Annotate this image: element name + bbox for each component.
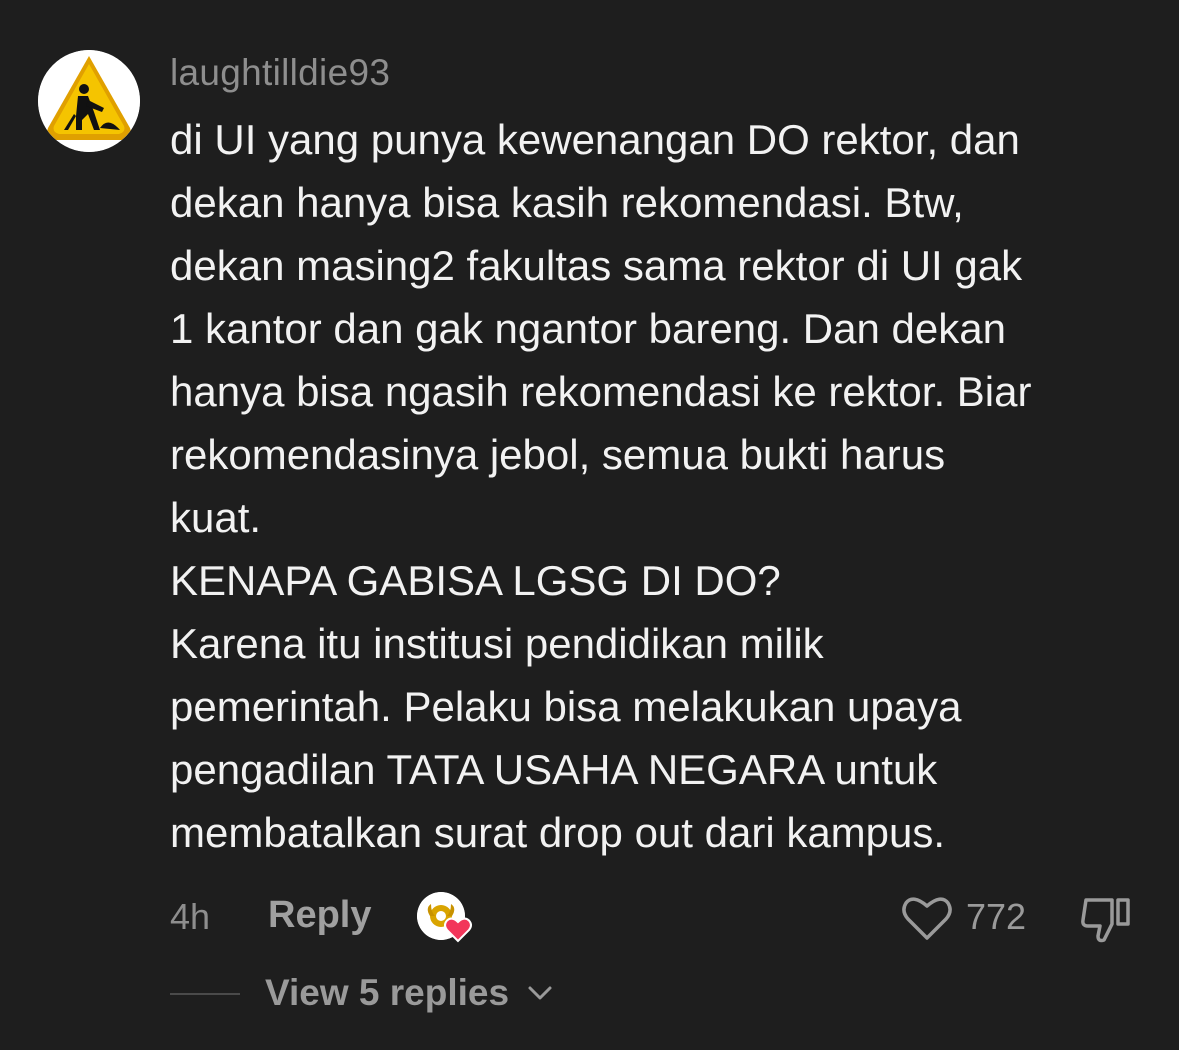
like-count: 772 [966,896,1027,937]
replies-divider [170,993,240,995]
comment-actions: 4h Reply 772 [0,890,1179,950]
comment-line: Karena itu institusi pendidikan milik [170,620,824,667]
construction-worker-icon [38,50,140,152]
comment-line: membatalkan surat drop out dari kampus. [170,809,946,856]
comment-timestamp: 4h [170,896,211,937]
chevron-down-icon[interactable] [526,984,554,1004]
comment-item: laughtilldie93 di UI yang punya kewenang… [0,0,1179,1050]
comment-line: 1 kantor dan gak ngantor bareng. Dan dek… [170,305,1006,352]
comment-line: pengadilan TATA USAHA NEGARA untuk [170,746,938,793]
creator-liked-badge [417,892,473,944]
comment-line: di UI yang punya kewenangan DO rektor, d… [170,116,1020,163]
comment-line: hanya bisa ngasih rekomendasi ke rektor.… [170,368,1032,415]
view-replies-button[interactable]: View 5 replies [265,972,509,1014]
user-avatar[interactable] [38,50,140,152]
comment-line: rekomendasinya jebol, semua bukti harus [170,431,946,478]
comment-line: KENAPA GABISA LGSG DI DO? [170,557,781,604]
comment-line: kuat. [170,494,262,541]
reply-button[interactable]: Reply [268,894,371,937]
comment-username[interactable]: laughtilldie93 [170,52,390,94]
comment-line: pemerintah. Pelaku bisa melakukan upaya [170,683,962,730]
comment-body: di UI yang punya kewenangan DO rektor, d… [170,108,1160,864]
creator-heart-icon [444,917,472,943]
comment-line: dekan hanya bisa kasih rekomendasi. Btw, [170,179,964,226]
heart-outline-icon[interactable] [900,894,954,942]
view-replies-row: View 5 replies [0,966,1179,1022]
comment-line: dekan masing2 fakultas sama rektor di UI… [170,242,1023,289]
thumbs-down-icon[interactable] [1078,892,1134,946]
